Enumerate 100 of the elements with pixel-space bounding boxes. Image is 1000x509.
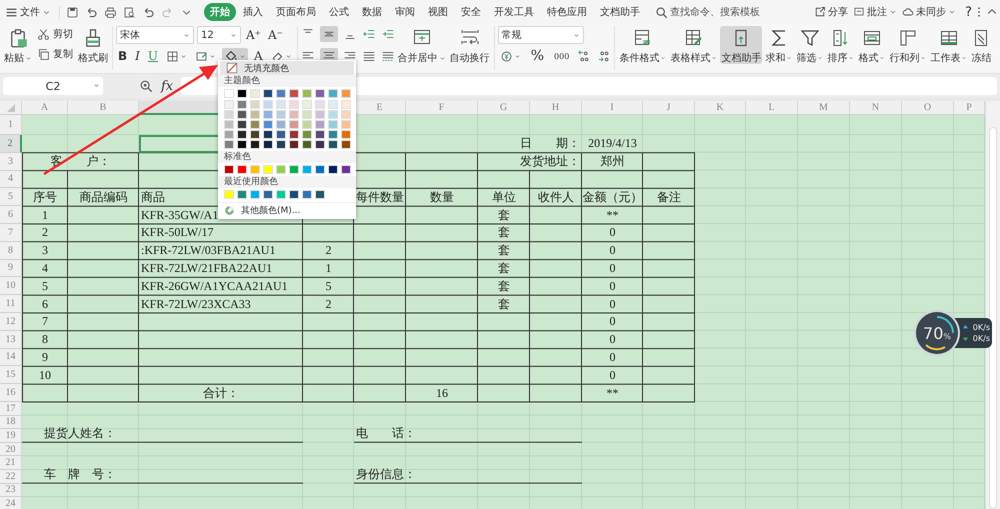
wrap-text-button[interactable]: 自动换行 xyxy=(448,26,491,64)
toolbar-action[interactable]: 未同步 xyxy=(900,4,958,20)
color-swatch[interactable] xyxy=(224,110,234,119)
ribbon-button[interactable]: 排序 xyxy=(826,26,856,64)
color-swatch[interactable] xyxy=(237,190,247,199)
color-swatch[interactable] xyxy=(263,120,273,129)
color-swatch[interactable] xyxy=(289,130,299,139)
file-menu[interactable]: 文件 xyxy=(2,3,54,21)
font-size-select[interactable]: 12 xyxy=(197,26,241,44)
color-swatch[interactable] xyxy=(263,190,273,199)
color-swatch[interactable] xyxy=(341,120,351,129)
color-swatch[interactable] xyxy=(263,140,273,149)
paste-button[interactable]: 粘贴 xyxy=(3,26,33,64)
ribbon-tab[interactable]: 特色应用 xyxy=(541,3,593,21)
color-swatch[interactable] xyxy=(276,120,286,129)
color-swatch[interactable] xyxy=(328,130,338,139)
color-swatch[interactable] xyxy=(289,165,299,174)
color-swatch[interactable] xyxy=(276,89,286,98)
color-swatch[interactable] xyxy=(289,190,299,199)
color-swatch[interactable] xyxy=(237,100,247,109)
color-swatch[interactable] xyxy=(315,89,325,98)
color-swatch[interactable] xyxy=(341,100,351,109)
color-swatch[interactable] xyxy=(237,140,247,149)
color-swatch[interactable] xyxy=(276,130,286,139)
align-middle-button[interactable] xyxy=(320,26,338,42)
color-swatch[interactable] xyxy=(315,190,325,199)
cut-button[interactable]: 剪切 xyxy=(35,26,75,42)
color-swatch[interactable] xyxy=(237,120,247,129)
color-swatch[interactable] xyxy=(302,100,312,109)
ribbon-tab[interactable]: 数据 xyxy=(356,3,388,21)
increase-indent-icon[interactable] xyxy=(380,27,395,41)
format-painter-button[interactable]: 格式刷 xyxy=(77,26,109,64)
color-swatch[interactable] xyxy=(315,120,325,129)
color-swatch[interactable] xyxy=(263,100,273,109)
print-icon[interactable] xyxy=(104,6,117,18)
ribbon-tab[interactable]: 视图 xyxy=(422,3,454,21)
percent-button[interactable]: % xyxy=(528,48,546,64)
more-colors-option[interactable]: 其他颜色(M)... xyxy=(218,202,356,218)
color-swatch[interactable] xyxy=(237,89,247,98)
color-swatch[interactable] xyxy=(341,140,351,149)
color-swatch[interactable] xyxy=(237,110,247,119)
color-swatch[interactable] xyxy=(263,165,273,174)
color-swatch[interactable] xyxy=(328,100,338,109)
color-swatch[interactable] xyxy=(302,140,312,149)
toolbar-action[interactable]: 批注 xyxy=(851,4,900,20)
merge-center-button[interactable]: 合并居中 xyxy=(396,26,447,64)
color-swatch[interactable] xyxy=(237,130,247,139)
color-swatch[interactable] xyxy=(250,110,260,119)
color-swatch[interactable] xyxy=(289,110,299,119)
function-button[interactable]: fx xyxy=(161,78,174,94)
color-swatch[interactable] xyxy=(224,89,234,98)
increase-font-button[interactable]: A⁺ xyxy=(244,28,263,42)
color-swatch[interactable] xyxy=(341,110,351,119)
ribbon-tab[interactable]: 文档助手 xyxy=(594,3,646,21)
color-swatch[interactable] xyxy=(250,165,260,174)
color-swatch[interactable] xyxy=(328,89,338,98)
ribbon-button[interactable]: 筛选 xyxy=(795,26,824,64)
ribbon-button[interactable]: 文档助手 xyxy=(720,26,762,64)
ribbon-tab[interactable]: 审阅 xyxy=(389,3,421,21)
color-swatch[interactable] xyxy=(276,100,286,109)
color-swatch[interactable] xyxy=(328,120,338,129)
no-fill-option[interactable]: 无填充颜色 xyxy=(220,61,354,75)
color-swatch[interactable] xyxy=(224,120,234,129)
color-swatch[interactable] xyxy=(263,110,273,119)
zoom-icon[interactable] xyxy=(139,79,153,93)
ribbon-tab[interactable]: 安全 xyxy=(455,3,487,21)
color-swatch[interactable] xyxy=(328,165,338,174)
ribbon-button[interactable]: 条件格式 xyxy=(618,26,668,64)
color-swatch[interactable] xyxy=(289,140,299,149)
save-icon[interactable] xyxy=(66,6,79,18)
color-swatch[interactable] xyxy=(250,140,260,149)
color-swatch[interactable] xyxy=(315,110,325,119)
color-swatch[interactable] xyxy=(250,89,260,98)
number-format-select[interactable]: 常规 xyxy=(498,26,584,44)
font-color-button[interactable]: A xyxy=(252,49,265,63)
decrease-indent-icon[interactable] xyxy=(362,27,376,41)
color-swatch[interactable] xyxy=(315,100,325,109)
color-swatch[interactable] xyxy=(276,140,286,149)
color-swatch[interactable] xyxy=(302,190,312,199)
color-swatch[interactable] xyxy=(250,120,260,129)
color-swatch[interactable] xyxy=(328,110,338,119)
ribbon-button[interactable]: 工作表 xyxy=(929,26,968,64)
color-swatch[interactable] xyxy=(341,165,351,174)
color-swatch[interactable] xyxy=(224,190,234,199)
color-swatch[interactable] xyxy=(302,110,312,119)
name-box[interactable]: C2 xyxy=(3,77,103,95)
color-swatch[interactable] xyxy=(302,89,312,98)
color-swatch[interactable] xyxy=(276,110,286,119)
decrease-font-button[interactable]: A⁻ xyxy=(266,28,285,42)
color-swatch[interactable] xyxy=(289,100,299,109)
color-swatch[interactable] xyxy=(289,120,299,129)
toolbar-action[interactable]: 分享 xyxy=(812,4,850,20)
color-swatch[interactable] xyxy=(341,130,351,139)
color-swatch[interactable] xyxy=(315,140,325,149)
font-name-select[interactable]: 宋体 xyxy=(116,26,194,44)
ribbon-tab[interactable]: 开发工具 xyxy=(488,3,540,21)
color-swatch[interactable] xyxy=(250,130,260,139)
color-swatch[interactable] xyxy=(302,165,312,174)
color-swatch[interactable] xyxy=(276,165,286,174)
color-swatch[interactable] xyxy=(276,190,286,199)
